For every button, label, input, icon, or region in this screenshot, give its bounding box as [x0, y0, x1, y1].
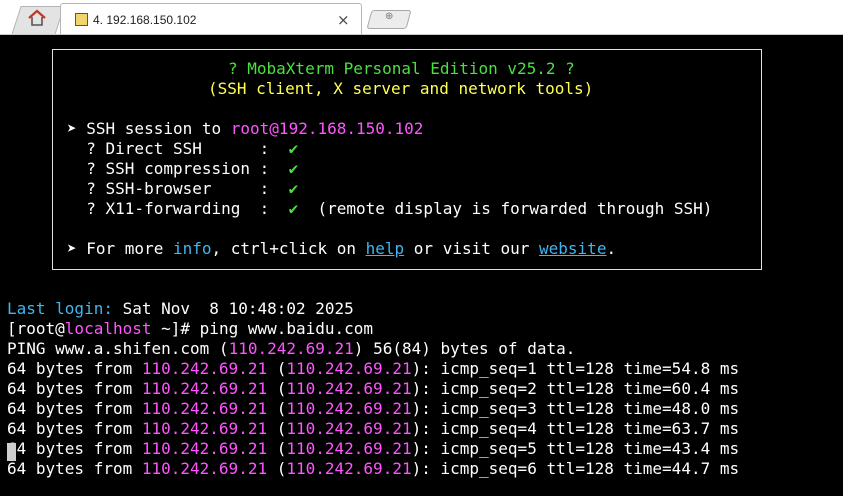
prompt-host: localhost	[64, 319, 152, 338]
home-icon[interactable]	[27, 8, 47, 28]
tab-bar: 4. 192.168.150.102 × ⊕	[0, 0, 843, 36]
terminal-cursor	[7, 443, 16, 461]
ping-reply-line: 64 bytes from 110.242.69.21 (110.242.69.…	[7, 459, 740, 478]
session-tab-title: 4. 192.168.150.102	[93, 13, 197, 27]
session-target: root@192.168.150.102	[230, 119, 424, 138]
banner-session-line: ➤ SSH session to root@192.168.150.102	[67, 119, 424, 138]
banner-title: ? MobaXterm Personal Edition v25.2 ?	[228, 59, 575, 78]
banner-more-line: ➤ For more info, ctrl+click on help or v…	[67, 239, 617, 258]
check-icon: ✔	[288, 179, 299, 198]
ping-reply-line: 64 bytes from 110.242.69.21 (110.242.69.…	[7, 399, 740, 418]
prompt-command: ping www.baidu.com	[199, 319, 374, 338]
prompt-line: [root@localhost ~]# ping www.baidu.com	[7, 319, 374, 338]
terminal[interactable]: ? MobaXterm Personal Edition v25.2 ? (SS…	[0, 35, 843, 496]
check-icon: ✔	[288, 139, 299, 158]
check-icon: ✔	[288, 199, 299, 218]
ping-reply-line: 64 bytes from 110.242.69.21 (110.242.69.…	[7, 439, 740, 458]
session-icon	[75, 13, 88, 26]
feature-ssh-compression: ? SSH compression : ✔	[67, 159, 299, 178]
last-login-line: Last login: Sat Nov 8 10:48:02 2025	[7, 299, 354, 318]
ping-reply-line: 64 bytes from 110.242.69.21 (110.242.69.…	[7, 419, 740, 438]
ping-header-line: PING www.a.shifen.com (110.242.69.21) 56…	[7, 339, 576, 358]
banner-subtitle: (SSH client, X server and network tools)	[208, 79, 594, 98]
info-link[interactable]: info	[173, 239, 212, 258]
ping-reply-line: 64 bytes from 110.242.69.21 (110.242.69.…	[7, 379, 740, 398]
ping-reply-line: 64 bytes from 110.242.69.21 (110.242.69.…	[7, 359, 740, 378]
website-link[interactable]: website	[539, 239, 606, 258]
feature-direct-ssh: ? Direct SSH : ✔	[67, 139, 299, 158]
feature-x11-forwarding: ? X11-forwarding : ✔ (remote display is …	[67, 199, 713, 218]
session-tab[interactable]: 4. 192.168.150.102 ×	[60, 3, 362, 36]
check-icon: ✔	[288, 159, 299, 178]
feature-ssh-browser: ? SSH-browser : ✔	[67, 179, 299, 198]
help-link[interactable]: help	[366, 239, 405, 258]
new-tab-icon[interactable]: ⊕	[385, 11, 393, 22]
close-tab-icon[interactable]: ×	[337, 11, 350, 29]
